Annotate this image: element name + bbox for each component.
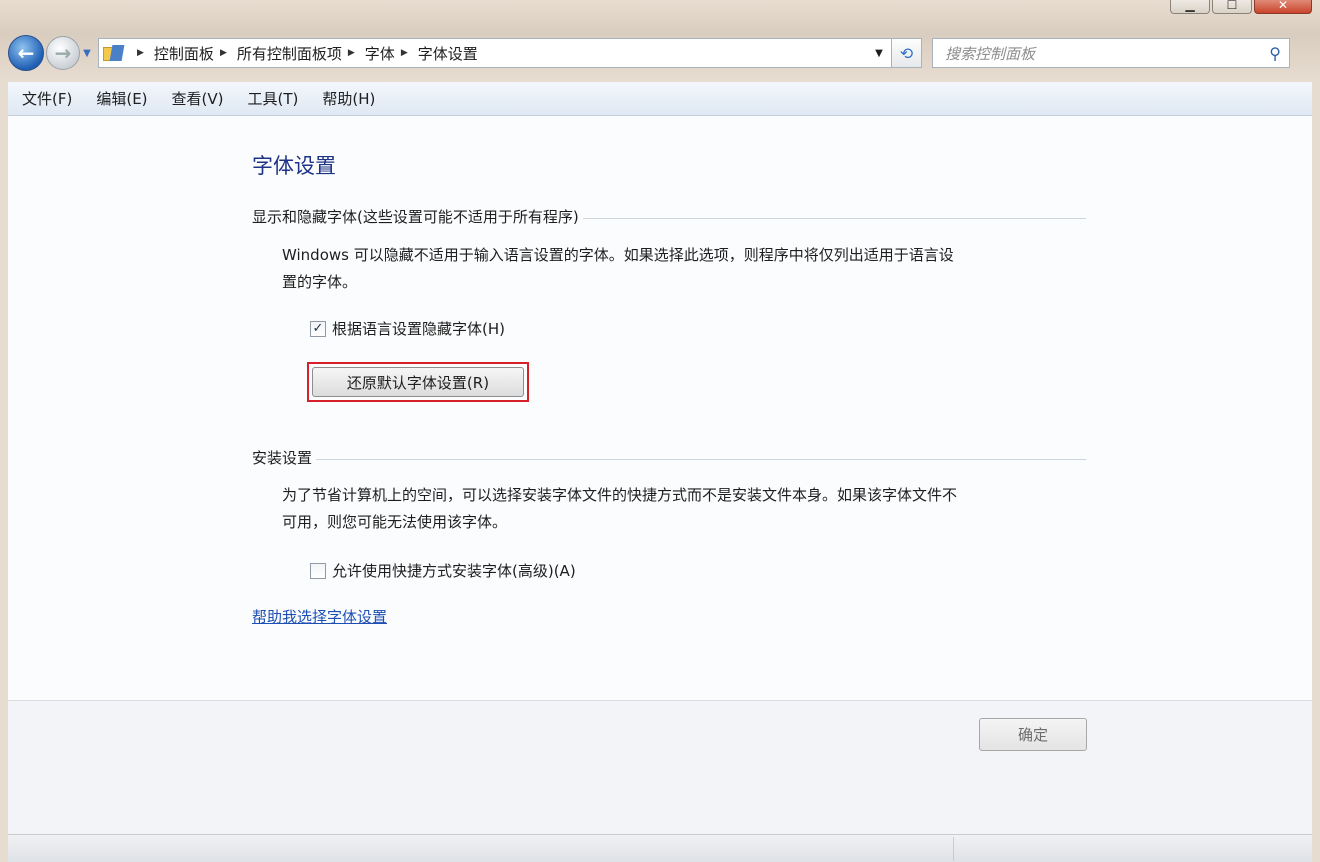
navigation-bar: ← → ▼ ▶ 控制面板 ▶ 所有控制面板项 ▶ 字体 ▶ 字体设置 ▼ ⟲ 搜… [8,34,1312,72]
close-button[interactable]: ✕ [1254,0,1312,14]
breadcrumb-separator-icon[interactable]: ▶ [401,48,408,58]
hide-fonts-checkbox-row[interactable]: ✓ 根据语言设置隐藏字体(H) [310,318,505,339]
section-divider [582,218,1086,219]
section-description: Windows 可以隐藏不适用于输入语言设置的字体。如果选择此选项，则程序中将仅… [282,242,1102,296]
forward-arrow-icon: → [54,41,72,65]
hide-fonts-checkbox[interactable]: ✓ [310,320,326,337]
section-divider [316,459,1086,460]
dialog-footer: 确定 [8,700,1312,834]
control-panel-folder-icon [103,43,125,63]
section-heading-display-hide: 显示和隐藏字体(这些设置可能不适用于所有程序) [252,206,1086,227]
back-button[interactable]: ← [8,35,44,71]
section-heading-text: 安装设置 [252,449,313,467]
menu-view[interactable]: 查看(V) [172,88,224,109]
menu-help[interactable]: 帮助(H) [322,88,375,109]
minimize-button[interactable]: ▁ [1170,0,1210,14]
breadcrumb-all-items[interactable]: 所有控制面板项 [237,43,342,64]
section-heading-install: 安装设置 [252,447,1086,468]
section-description: 为了节省计算机上的空间，可以选择安装字体文件的快捷方式而不是安装文件本身。如果该… [282,482,1102,536]
main-content: 字体设置 显示和隐藏字体(这些设置可能不适用于所有程序) Windows 可以隐… [8,116,1312,700]
description-line: 为了节省计算机上的空间，可以选择安装字体文件的快捷方式而不是安装文件本身。如果该… [282,486,958,504]
status-bar [8,834,1312,862]
restore-default-font-settings-button[interactable]: 还原默认字体设置(R) [312,367,524,397]
menu-bar: 文件(F) 编辑(E) 查看(V) 工具(T) 帮助(H) [8,82,1312,116]
breadcrumb-separator-icon[interactable]: ▶ [137,48,144,58]
address-bar[interactable]: ▶ 控制面板 ▶ 所有控制面板项 ▶ 字体 ▶ 字体设置 ▼ [98,38,892,68]
search-placeholder: 搜索控制面板 [945,44,1036,63]
checkmark-icon: ✓ [312,321,324,336]
refresh-icon: ⟲ [899,43,914,63]
history-dropdown-icon[interactable]: ▼ [80,48,94,59]
breadcrumb-font-settings[interactable]: 字体设置 [418,43,478,64]
window-controls: ▁ ☐ ✕ [1170,0,1312,14]
shortcut-install-label[interactable]: 允许使用快捷方式安装字体(高级)(A) [332,560,576,581]
shortcut-install-checkbox[interactable] [310,562,326,579]
back-arrow-icon: ← [17,41,35,65]
search-box[interactable]: 搜索控制面板 ⚲ [932,38,1290,68]
search-icon[interactable]: ⚲ [1269,44,1281,63]
menu-tools[interactable]: 工具(T) [248,88,299,109]
description-line: 可用，则您可能无法使用该字体。 [282,513,508,531]
description-line: 置的字体。 [282,273,358,291]
page-title: 字体设置 [252,154,336,178]
forward-button[interactable]: → [46,36,80,70]
section-heading-text: 显示和隐藏字体(这些设置可能不适用于所有程序) [252,208,579,226]
status-divider [953,837,954,861]
address-dropdown-icon[interactable]: ▼ [867,48,891,59]
menu-edit[interactable]: 编辑(E) [96,88,147,109]
breadcrumb-separator-icon[interactable]: ▶ [348,48,355,58]
breadcrumb-fonts[interactable]: 字体 [365,43,395,64]
refresh-button[interactable]: ⟲ [892,38,922,68]
help-link[interactable]: 帮助我选择字体设置 [252,606,387,627]
breadcrumb-separator-icon[interactable]: ▶ [220,48,227,58]
menu-file[interactable]: 文件(F) [22,88,72,109]
description-line: Windows 可以隐藏不适用于输入语言设置的字体。如果选择此选项，则程序中将仅… [282,246,954,264]
shortcut-install-checkbox-row[interactable]: 允许使用快捷方式安装字体(高级)(A) [310,560,576,581]
maximize-button[interactable]: ☐ [1212,0,1252,14]
breadcrumb-control-panel[interactable]: 控制面板 [154,43,214,64]
hide-fonts-label[interactable]: 根据语言设置隐藏字体(H) [332,318,505,339]
ok-button[interactable]: 确定 [979,718,1087,751]
